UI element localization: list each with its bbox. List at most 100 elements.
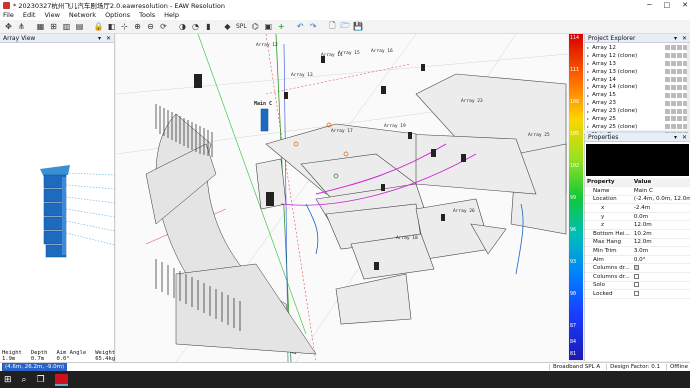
property-value[interactable]: -2.4m xyxy=(631,203,690,213)
menu-options[interactable]: Options xyxy=(105,11,130,19)
visibility-icon[interactable] xyxy=(665,77,670,82)
property-value[interactable]: 0.0m xyxy=(631,212,690,222)
solo-icon[interactable] xyxy=(677,92,682,98)
solo-icon[interactable] xyxy=(677,84,682,90)
mute-icon[interactable] xyxy=(671,84,676,90)
property-checkbox[interactable] xyxy=(633,265,639,271)
solo-icon[interactable] xyxy=(677,53,682,59)
property-value[interactable]: Main C xyxy=(631,186,690,196)
panel-close-icon[interactable]: ✕ xyxy=(682,134,687,141)
mute-icon[interactable] xyxy=(671,69,676,75)
property-value[interactable]: 12.0m xyxy=(631,238,690,248)
tree-item[interactable]: ▸ Array 14 xyxy=(587,76,688,84)
mute-icon[interactable] xyxy=(671,92,676,98)
probe-icon[interactable]: ◆ xyxy=(222,21,233,32)
new-file-icon[interactable]: 🗋 xyxy=(327,21,338,32)
close-icon[interactable]: ✕ xyxy=(682,0,688,10)
property-row[interactable]: Location (-2.4m, 0.0m, 12.0m) xyxy=(585,195,690,205)
add-icon[interactable]: + xyxy=(276,21,287,32)
tree-item[interactable]: ▸ Array 12 xyxy=(587,44,688,52)
amp-icon[interactable]: ▣ xyxy=(263,21,274,32)
lock-icon[interactable]: 🔒 xyxy=(93,21,104,32)
grid-tool-icon[interactable]: ▦ xyxy=(35,21,46,32)
property-value[interactable]: (-2.4m, 0.0m, 12.0m) xyxy=(631,195,690,205)
property-value[interactable] xyxy=(631,272,690,282)
menu-network[interactable]: Network xyxy=(69,11,96,19)
3d-viewport[interactable]: Array 12 Array 13 Array 14 Array 15 Arra… xyxy=(116,34,568,362)
property-value[interactable]: 0.0° xyxy=(631,255,690,265)
tree-item[interactable]: ▸ Array 12 (clone) xyxy=(587,52,688,60)
undo-icon[interactable]: ↶ xyxy=(295,21,306,32)
property-row[interactable]: Name Main C xyxy=(585,186,690,196)
minimize-icon[interactable]: ─ xyxy=(647,0,651,10)
property-row[interactable]: y 0.0m xyxy=(585,212,690,222)
menu-edit[interactable]: Edit xyxy=(23,11,36,19)
tree-item[interactable]: ▸ Array 23 xyxy=(587,99,688,107)
mode-dropdown[interactable]: Broadband SPL A xyxy=(549,364,600,370)
zoom-out-icon[interactable]: ⊖ xyxy=(145,21,156,32)
property-row[interactable]: Aim 0.0° xyxy=(585,255,690,265)
tree-item[interactable]: ▸ Array 13 (clone) xyxy=(587,68,688,76)
solo-icon[interactable] xyxy=(677,69,682,75)
mute-icon[interactable] xyxy=(671,45,676,51)
mute-icon[interactable] xyxy=(671,100,676,106)
property-row[interactable]: Locked xyxy=(585,289,690,299)
property-value[interactable]: 12.0m xyxy=(631,220,690,231)
maximize-icon[interactable]: □ xyxy=(664,0,671,10)
menu-file[interactable]: File xyxy=(3,11,14,19)
visibility-icon[interactable] xyxy=(665,116,670,122)
menu-view[interactable]: View xyxy=(44,11,59,19)
property-value[interactable] xyxy=(631,263,690,274)
visibility-icon[interactable] xyxy=(665,100,670,106)
property-checkbox[interactable] xyxy=(633,273,639,279)
mute-icon[interactable] xyxy=(671,77,676,82)
visibility-icon[interactable] xyxy=(665,108,670,114)
spl-button[interactable]: SPL xyxy=(235,21,248,32)
property-row[interactable]: Max Hang 12.0m xyxy=(585,238,690,248)
solo-icon[interactable] xyxy=(677,116,682,122)
menu-help[interactable]: Help xyxy=(164,11,179,19)
visibility-icon[interactable] xyxy=(665,92,670,98)
tree-item[interactable]: ▸ Array 23 (clone) xyxy=(587,107,688,115)
property-checkbox[interactable] xyxy=(633,291,639,297)
visibility-icon[interactable] xyxy=(665,84,670,90)
search-icon[interactable]: ⌕ xyxy=(22,375,27,385)
visibility-icon[interactable] xyxy=(665,69,670,75)
solo-icon[interactable] xyxy=(677,45,682,51)
mute-icon[interactable] xyxy=(671,61,676,67)
zoom-in-icon[interactable]: ⊕ xyxy=(132,21,143,32)
tree-item[interactable]: ▸ Array 25 xyxy=(587,115,688,123)
property-row[interactable]: Solo xyxy=(585,281,690,291)
fit-icon[interactable]: ⊹ xyxy=(119,21,130,32)
levels-icon[interactable]: ▮ xyxy=(203,21,214,32)
mute-icon[interactable] xyxy=(671,108,676,114)
panel-close-icon[interactable]: ✕ xyxy=(682,35,687,42)
menu-tools[interactable]: Tools xyxy=(139,11,155,19)
solo-icon[interactable] xyxy=(677,77,682,82)
save-icon[interactable]: 💾 xyxy=(353,21,364,32)
property-row[interactable]: z 12.0m xyxy=(585,220,690,231)
tree-item[interactable]: ▸ Array 15 xyxy=(587,91,688,99)
open-file-icon[interactable]: 🗁 xyxy=(340,21,351,32)
mute-icon[interactable] xyxy=(671,116,676,122)
network-icon[interactable]: ⌬ xyxy=(250,21,261,32)
solo-icon[interactable] xyxy=(677,100,682,106)
array-tool-icon[interactable]: ⋔ xyxy=(16,21,27,32)
visibility-icon[interactable] xyxy=(665,124,670,130)
venue-3d-model[interactable]: Array 12 Array 13 Array 14 Array 15 Arra… xyxy=(116,34,568,362)
pin-icon[interactable]: ▾ xyxy=(674,35,677,42)
mute-icon[interactable] xyxy=(671,53,676,59)
pin-icon[interactable]: ▾ xyxy=(98,35,101,42)
property-value[interactable]: 10.2m xyxy=(631,229,690,239)
task-view-icon[interactable]: ❐ xyxy=(37,375,45,385)
rotate-icon[interactable]: ⟳ xyxy=(158,21,169,32)
measure-tool-icon[interactable]: ▤ xyxy=(74,21,85,32)
tree-item[interactable]: ▸ Array 25 (clone) xyxy=(587,123,688,131)
solo-icon[interactable] xyxy=(677,108,682,114)
property-row[interactable]: Columns dr... xyxy=(585,272,690,282)
property-row[interactable]: Columns dr... xyxy=(585,263,690,274)
property-value[interactable] xyxy=(631,289,690,299)
select-tool-icon[interactable]: ✥ xyxy=(3,21,14,32)
chart-tool-icon[interactable]: ▥ xyxy=(61,21,72,32)
solo-icon[interactable] xyxy=(677,61,682,67)
